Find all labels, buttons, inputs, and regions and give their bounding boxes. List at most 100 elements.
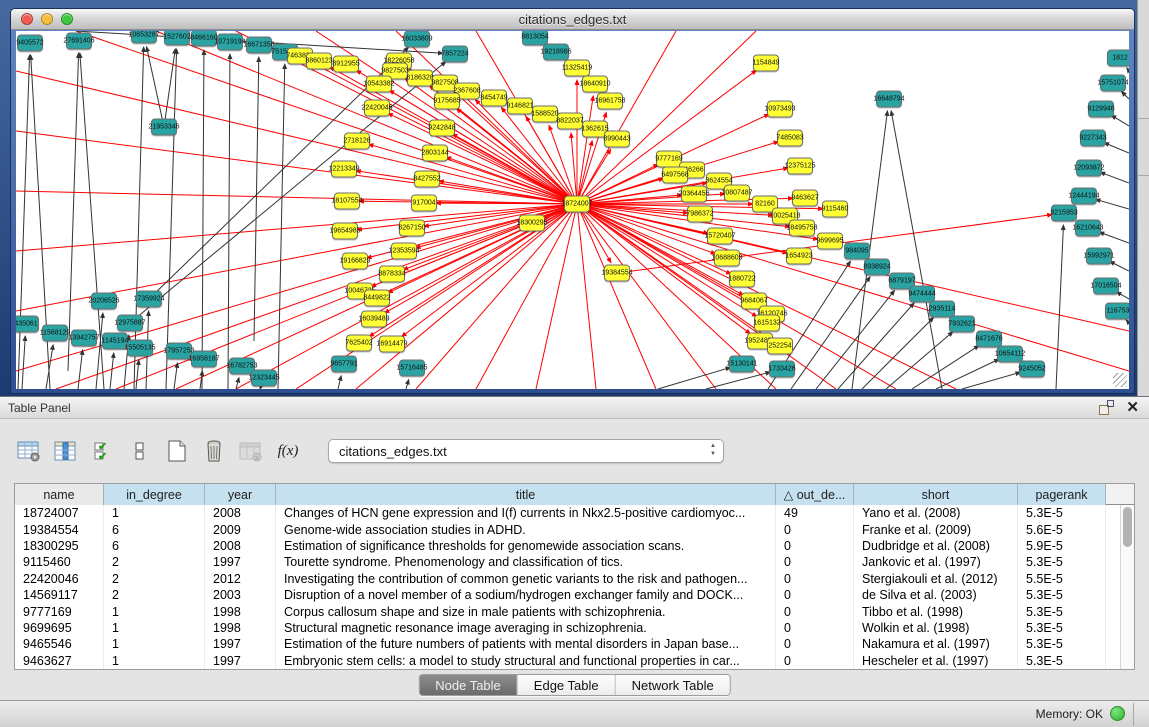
table-scrollbar[interactable] [1120,505,1134,669]
column-header-pagerank[interactable]: pagerank [1018,484,1106,505]
table-cell[interactable]: 1997 [205,636,276,652]
table-cell[interactable]: 9777169 [15,603,104,619]
table-cell[interactable]: 0 [776,554,854,570]
graph-node[interactable]: 12444194 [1071,188,1097,205]
graph-node[interactable]: 8466160 [191,31,217,47]
graph-node[interactable]: 10807487 [724,185,750,202]
graph-node[interactable]: 10653287 [131,31,157,44]
table-cell[interactable]: Jankovic et al. (1997) [854,554,1018,570]
graph-node[interactable]: 10654112 [997,346,1023,363]
table-cell[interactable]: Stergiakouli et al. (2012) [854,571,1018,587]
table-cell[interactable]: 1998 [205,603,276,619]
graph-node[interactable]: 15130141 [729,356,755,373]
table-cell[interactable]: 5.5E-5 [1018,571,1106,587]
graph-node[interactable]: 20364456 [681,186,707,203]
column-header-name[interactable]: name [15,484,104,505]
graph-node[interactable]: 9175685 [434,93,460,110]
graph-node[interactable]: 19654985 [332,223,358,240]
graph-node[interactable]: 15720407 [707,228,733,245]
table-row[interactable]: 969969511998Structural magnetic resonanc… [15,620,1134,636]
table-settings-icon[interactable] [16,438,42,464]
table-cell[interactable]: 6 [104,521,205,537]
memory-status-indicator[interactable] [1110,706,1125,721]
graph-node[interactable]: 18300295 [519,215,545,232]
graph-node[interactable]: 8912955 [333,56,359,73]
table-cell[interactable]: Changes of HCN gene expression and I(f) … [276,505,776,521]
graph-node[interactable]: 7625402 [346,335,372,352]
table-cell[interactable]: 5.3E-5 [1018,587,1106,603]
table-cell[interactable]: Wolkin et al. (1998) [854,620,1018,636]
graph-node[interactable]: 16210643 [1075,220,1101,237]
table-cell[interactable]: 9465546 [15,636,104,652]
table-cell[interactable]: 0 [776,620,854,636]
graph-node[interactable]: 9115460 [822,201,848,218]
graph-node[interactable]: 19166829 [342,253,368,270]
table-cell[interactable]: 6 [104,538,205,554]
table-cell[interactable]: 0 [776,521,854,537]
table-cell[interactable]: Genome-wide association studies in ADHD. [276,521,776,537]
table-cell[interactable]: Nakamura et al. (1997) [854,636,1018,652]
graph-node[interactable]: 10973493 [767,101,793,118]
table-cell[interactable]: 19384554 [15,521,104,537]
graph-node[interactable]: 15751074 [1100,75,1126,92]
table-cell[interactable]: 18300295 [15,538,104,554]
network-canvas[interactable]: 9405572276914061065328715276028466160107… [16,31,1129,389]
table-row[interactable]: 1938455462009Genome-wide association stu… [15,521,1134,537]
table-cell[interactable]: Tourette syndrome. Phenomenology and cla… [276,554,776,570]
network-view-frame[interactable]: citations_edges.txt 94055722769140610653… [10,8,1135,394]
show-column-icon[interactable] [53,438,79,464]
table-cell[interactable]: Disruption of a novel member of a sodium… [276,587,776,603]
table-cell[interactable]: 5.3E-5 [1018,505,1106,521]
tab-edge-table[interactable]: Edge Table [518,675,616,695]
table-cell[interactable]: Corpus callosum shape and size in male p… [276,603,776,619]
table-cell[interactable]: 9463627 [15,653,104,669]
graph-node[interactable]: 16671358 [246,37,272,54]
graph-node[interactable]: 1154849 [753,55,779,72]
tab-network-table[interactable]: Network Table [616,675,730,695]
table-body[interactable]: 1872400712008Changes of HCN gene express… [15,505,1134,669]
graph-node[interactable]: 8471676 [976,331,1002,348]
graph-node[interactable]: 12213349 [331,161,357,178]
graph-node[interactable]: 1615132 [754,315,780,332]
graph-node[interactable]: 8878334 [379,266,405,283]
graph-node[interactable]: 11325419 [564,60,590,77]
graph-node[interactable]: 9463627 [792,190,818,207]
close-panel-icon[interactable]: ✕ [1126,400,1139,415]
graph-node[interactable]: 7932621 [949,316,975,333]
column-header-short[interactable]: short [854,484,1018,505]
table-cell[interactable]: 1 [104,653,205,669]
graph-node[interactable]: 9405572 [17,35,43,52]
column-header-in_degree[interactable]: in_degree [104,484,205,505]
table-row[interactable]: 1830029562008Estimation of significance … [15,538,1134,554]
graph-node[interactable]: 18640910 [582,76,608,93]
table-cell[interactable]: 22420046 [15,571,104,587]
table-cell[interactable]: 0 [776,587,854,603]
graph-node[interactable]: 9215953 [1051,205,1077,222]
graph-node[interactable]: 9699695 [817,233,843,250]
graph-node[interactable]: 21953346 [151,119,177,136]
table-cell[interactable]: 49 [776,505,854,521]
table-cell[interactable]: 0 [776,603,854,619]
table-row[interactable]: 977716911998Corpus callosum shape and si… [15,603,1134,619]
graph-node[interactable]: 10688609 [714,250,740,267]
table-cell[interactable]: 1998 [205,620,276,636]
delete-table-icon[interactable] [201,438,227,464]
table-cell[interactable]: 2012 [205,571,276,587]
column-header-title[interactable]: title [276,484,776,505]
table-cell[interactable]: Investigating the contribution of common… [276,571,776,587]
graph-node[interactable]: 8938924 [864,259,890,276]
table-cell[interactable]: 0 [776,653,854,669]
table-cell[interactable]: 18724007 [15,505,104,521]
table-cell[interactable]: 9115460 [15,554,104,570]
resize-grip-icon[interactable] [1113,373,1127,387]
graph-node[interactable]: 19384554 [604,265,630,282]
graph-node[interactable]: 16961758 [597,93,623,110]
new-table-icon[interactable] [164,438,190,464]
table-cell[interactable]: 5.3E-5 [1018,653,1106,669]
graph-node[interactable]: 984095 [844,243,870,260]
table-cell[interactable]: 1 [104,505,205,521]
graph-node[interactable]: 12353594 [391,243,417,260]
graph-node[interactable]: 19218986 [543,44,569,61]
table-cell[interactable]: Yano et al. (2008) [854,505,1018,521]
tab-node-table[interactable]: Node Table [419,675,518,695]
